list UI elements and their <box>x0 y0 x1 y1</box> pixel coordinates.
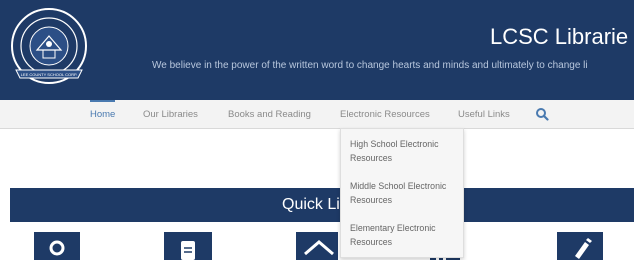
home-icon <box>304 240 334 256</box>
search-icon[interactable] <box>535 107 549 121</box>
site-header: LEE COUNTY SCHOOL CORP. LCSC Librarie We… <box>0 0 634 100</box>
nav-item-our-libraries[interactable]: Our Libraries <box>143 100 198 128</box>
nav-item-useful-links[interactable]: Useful Links <box>458 100 510 128</box>
dropdown-item-line: Elementary Electronic <box>350 223 436 233</box>
dropdown-item-high-school[interactable]: High School Electronic Resources <box>350 137 458 165</box>
dropdown-item-line: Resources <box>350 195 393 205</box>
nav-item-home[interactable]: Home <box>90 100 116 128</box>
dropdown-item-middle-school[interactable]: Middle School Electronic Resources <box>350 179 458 207</box>
document-icon <box>181 241 195 260</box>
main-nav: Home Our Libraries Books and Reading Ele… <box>0 100 634 129</box>
quick-links-title: Quick Li <box>282 196 340 213</box>
svg-text:LEE COUNTY SCHOOL CORP.: LEE COUNTY SCHOOL CORP. <box>21 72 78 77</box>
site-title: LCSC Librarie <box>490 24 629 49</box>
pencil-icon <box>575 238 592 259</box>
quick-link-tile-search[interactable] <box>34 232 80 260</box>
nav-item-books-and-reading[interactable]: Books and Reading <box>228 100 311 128</box>
quick-link-tile-home[interactable] <box>296 232 338 260</box>
search-icon <box>49 240 65 256</box>
quick-links-banner: Quick Li <box>10 188 634 222</box>
quick-link-tile-pencil[interactable] <box>557 232 603 260</box>
dropdown-item-elementary[interactable]: Elementary Electronic Resources <box>350 221 458 249</box>
quick-link-tile-document[interactable] <box>164 232 212 260</box>
site-tagline: We believe in the power of the written w… <box>152 60 588 71</box>
dropdown-item-line: Resources <box>350 237 393 247</box>
dropdown-item-line: High School Electronic <box>350 139 439 149</box>
dropdown-item-line: Resources <box>350 153 393 163</box>
dropdown-item-line: Middle School Electronic <box>350 181 447 191</box>
electronic-resources-dropdown: High School Electronic Resources Middle … <box>340 128 464 258</box>
nav-item-electronic-resources[interactable]: Electronic Resources <box>340 100 430 128</box>
school-seal-logo[interactable]: LEE COUNTY SCHOOL CORP. <box>10 6 88 88</box>
